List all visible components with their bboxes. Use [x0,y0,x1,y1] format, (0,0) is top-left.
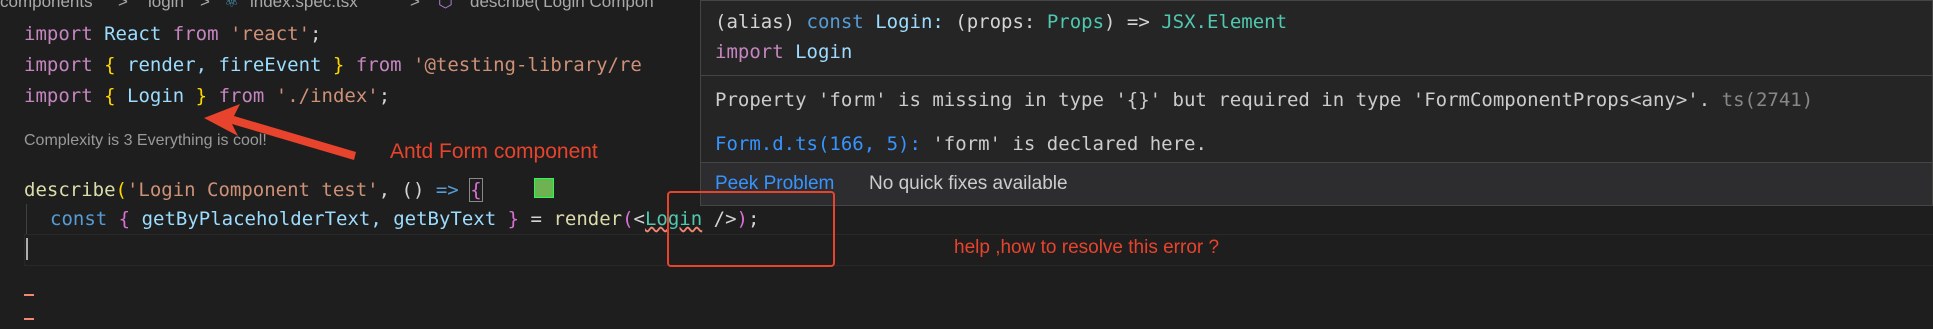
hover-import: import Login [715,41,853,63]
breadcrumb-segment-components[interactable]: components [0,0,93,12]
hover-status-bar: Peek Problem No quick fixes available [701,162,1932,205]
related-location-link[interactable]: Form.d.ts(166, 5): [715,133,921,155]
indent-guide [26,204,27,234]
code-line-6: const { getByPlaceholderText, getByText … [50,208,760,230]
error-message: Property 'form' is missing in type '{}' … [715,89,1814,111]
annotation-question: help ,how to resolve this error ? [954,237,1220,258]
error-marker [24,288,34,296]
hover-popup: (alias) const Login: (props: Props) => J… [700,0,1933,206]
code-line-1: import React from 'react'; [24,23,322,45]
breadcrumb-separator: > [118,0,128,11]
breadcrumb-symbol[interactable]: describe('Login Compon [470,0,654,12]
annotation-label: Antd Form component [390,140,598,163]
breadcrumb-file[interactable]: index.spec.tsx [250,0,358,12]
related-information: Form.d.ts(166, 5): 'form' is declared he… [715,133,1207,155]
breadcrumb-separator: > [200,0,210,11]
no-quick-fixes-label: No quick fixes available [869,173,1068,194]
annotation-arrow [204,104,356,160]
typescript-react-file-icon: ⚛ [224,0,240,11]
code-line-2: import { render, fireEvent } from '@test… [24,54,642,76]
hover-signature: (alias) const Login: (props: Props) => J… [715,11,1288,33]
text-cursor [26,238,28,260]
breadcrumb-segment-login[interactable]: login [148,0,184,12]
color-decorator-icon[interactable] [534,178,554,198]
code-line-5: describe('Login Component test', () => { [24,178,483,202]
popup-divider [701,75,1932,76]
annotation-highlight-box [667,191,835,267]
error-marker [24,312,34,320]
breadcrumb-separator: > [410,0,420,11]
symbol-cube-icon: ⬡ [438,0,453,11]
error-code: ts(2741) [1721,89,1814,111]
